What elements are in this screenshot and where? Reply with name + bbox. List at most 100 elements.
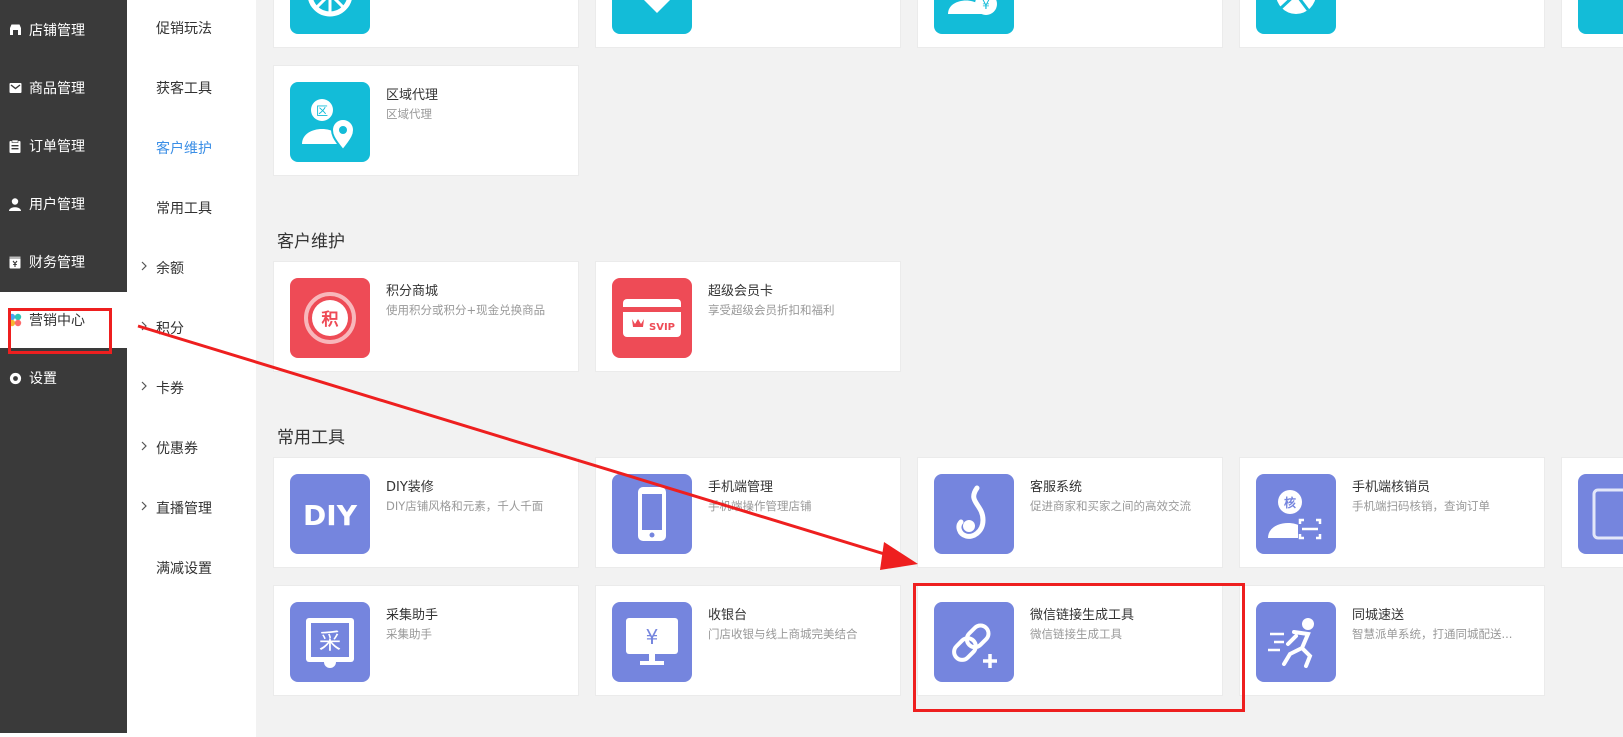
svg-text:¥: ¥	[982, 0, 990, 12]
subnav-card-voucher[interactable]: 卡券	[127, 373, 256, 403]
subnav-label: 常用工具	[156, 201, 212, 217]
nav-label: 设置	[29, 371, 57, 387]
card-desc: 手机端扫码核销，查询订单	[1352, 499, 1490, 513]
app-card-collect-assistant[interactable]: 采 采集助手 采集助手	[273, 585, 579, 696]
nav-goods-management[interactable]: 商品管理	[0, 60, 127, 116]
subnav-label: 直播管理	[156, 501, 212, 517]
app-card-partial[interactable]	[1239, 0, 1545, 48]
subnav-label: 积分	[156, 321, 184, 337]
subnav-label: 获客工具	[156, 81, 212, 97]
nav-user-management[interactable]: 用户管理	[0, 176, 127, 232]
card-title: 区域代理	[386, 88, 439, 103]
app-card-partial[interactable]	[1561, 457, 1623, 568]
card-desc: 使用积分或积分+现金兑换商品	[386, 303, 546, 317]
card-desc: 微信链接生成工具	[1030, 627, 1122, 641]
card-desc: 享受超级会员折扣和福利	[708, 303, 835, 317]
wheel-icon	[290, 0, 370, 34]
card-title: 手机端核销员	[1352, 480, 1431, 495]
chevron-right-icon	[141, 441, 147, 451]
card-title: 手机端管理	[708, 480, 774, 495]
subnav-label: 促销玩法	[156, 21, 212, 37]
chevron-right-icon	[141, 321, 147, 331]
app-card-partial[interactable]	[595, 0, 901, 48]
card-desc: DIY店铺风格和元素，千人千面	[386, 499, 544, 513]
app-card-mobile-verifier[interactable]: 核 手机端核销员 手机端扫码核销，查询订单	[1239, 457, 1545, 568]
card-title: 微信链接生成工具	[1030, 608, 1135, 623]
secondary-sidebar: 促销玩法 获客工具 客户维护 常用工具 余额 积分 卡券 优惠券 直播管理 满减…	[127, 0, 256, 737]
svg-text:采: 采	[319, 630, 341, 655]
subnav-label: 满减设置	[156, 561, 212, 577]
app-card-wechat-link[interactable]: 微信链接生成工具 微信链接生成工具	[917, 585, 1223, 696]
nav-settings[interactable]: 设置	[0, 350, 127, 406]
nav-label: 营销中心	[29, 313, 85, 329]
app-card-partial[interactable]: ¥	[917, 0, 1223, 48]
chevron-right-icon	[141, 501, 147, 511]
subnav-label: 余额	[156, 261, 184, 277]
subnav-discount-settings[interactable]: 满减设置	[127, 553, 256, 583]
app-card-same-city-delivery[interactable]: 同城速送 智慧派单系统，打通同城配送...	[1239, 585, 1545, 696]
nav-finance-management[interactable]: 财务管理	[0, 234, 127, 290]
partial-icon	[1578, 0, 1623, 34]
app-card-mobile-management[interactable]: 手机端管理 手机端操作管理店铺	[595, 457, 901, 568]
nav-marketing-center[interactable]: 营销中心	[0, 292, 127, 348]
subnav-label: 卡券	[156, 381, 184, 397]
app-card-partial[interactable]	[1561, 0, 1623, 48]
subnav-coupons[interactable]: 优惠券	[127, 433, 256, 463]
app-card-customer-service[interactable]: 客服系统 促进商家和买家之间的高效交流	[917, 457, 1223, 568]
goods-icon	[8, 81, 22, 95]
subnav-label: 客户维护	[156, 141, 212, 157]
subnav-label: 优惠券	[156, 441, 198, 457]
app-card-partial[interactable]	[273, 0, 579, 48]
subnav-acquisition[interactable]: 获客工具	[127, 73, 256, 103]
diy-icon: DIY	[290, 474, 370, 554]
svg-text:SVIP: SVIP	[649, 322, 675, 333]
verifier-icon: 核	[1256, 474, 1336, 554]
partial-icon	[1578, 474, 1623, 554]
app-card-points-mall[interactable]: 积 积分商城 使用积分或积分+现金兑换商品	[273, 261, 579, 372]
delivery-icon	[1256, 602, 1336, 682]
card-desc: 采集助手	[386, 627, 432, 641]
subnav-customer-maintenance[interactable]: 客户维护	[127, 133, 256, 163]
nav-order-management[interactable]: 订单管理	[0, 118, 127, 174]
card-desc: 智慧派单系统，打通同城配送...	[1352, 627, 1513, 641]
nav-store-management[interactable]: 店铺管理	[0, 2, 127, 58]
coin-user-icon: ¥	[934, 0, 1014, 34]
svg-text:核: 核	[1284, 495, 1296, 510]
svg-text:积: 积	[322, 310, 339, 330]
app-card-svip[interactable]: SVIP 超级会员卡 享受超级会员折扣和福利	[595, 261, 901, 372]
svg-text:区: 区	[316, 104, 328, 118]
subnav-promotion[interactable]: 促销玩法	[127, 13, 256, 43]
svip-card-icon: SVIP	[612, 278, 692, 358]
tag-icon	[612, 0, 692, 34]
cashier-icon: ¥	[612, 602, 692, 682]
card-title: 超级会员卡	[708, 284, 774, 299]
card-title: 收银台	[708, 608, 748, 623]
nav-label: 商品管理	[29, 81, 85, 97]
subnav-live-streaming[interactable]: 直播管理	[127, 493, 256, 523]
app-card-diy[interactable]: DIY DIY装修 DIY店铺风格和元素，千人千面	[273, 457, 579, 568]
nav-label: 用户管理	[29, 197, 85, 213]
card-title: 积分商城	[386, 284, 439, 299]
card-title: 客服系统	[1030, 480, 1083, 495]
points-mall-icon: 积	[290, 278, 370, 358]
app-card-region-agent[interactable]: 区 区域代理 区域代理	[273, 65, 579, 176]
subnav-common-tools[interactable]: 常用工具	[127, 193, 256, 223]
subnav-balance[interactable]: 余额	[127, 253, 256, 283]
user-icon	[8, 197, 22, 211]
pie-icon	[1256, 0, 1336, 34]
svg-text:DIY: DIY	[303, 499, 358, 532]
nav-label: 订单管理	[29, 139, 85, 155]
order-icon	[8, 139, 22, 153]
section-title-tools: 常用工具	[277, 428, 345, 448]
mobile-icon	[612, 474, 692, 554]
card-desc: 门店收银与线上商城完美结合	[708, 627, 858, 641]
chevron-right-icon	[141, 261, 147, 271]
subnav-points[interactable]: 积分	[127, 313, 256, 343]
app-window: 店铺管理 商品管理 订单管理 用户管理 财务管理 营销中心 设置 促销玩法 获客…	[0, 0, 1623, 737]
card-desc: 手机端操作管理店铺	[708, 499, 812, 513]
card-title: 同城速送	[1352, 608, 1405, 623]
app-card-cashier[interactable]: ¥ 收银台 门店收银与线上商城完美结合	[595, 585, 901, 696]
svg-text:¥: ¥	[646, 625, 659, 649]
section-title-customer: 客户维护	[277, 232, 345, 252]
settings-icon	[8, 371, 22, 385]
